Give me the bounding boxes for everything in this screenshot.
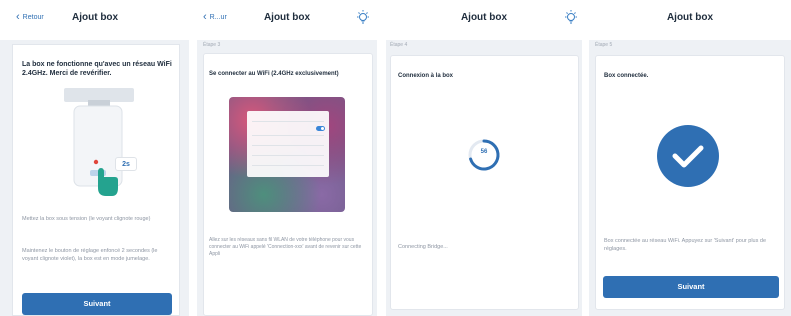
- progress-spinner: [468, 139, 500, 171]
- top-bar: ‹ Retour Ajout box: [0, 0, 189, 40]
- screen-box-power-on: ‹ Retour Ajout box La box ne fonctionne …: [0, 0, 189, 316]
- screen-connecting: Ajout box Étape 4 Connexion à la box 56 …: [386, 0, 582, 316]
- checkmark-icon: [672, 145, 704, 168]
- page-title: Ajout box: [72, 12, 119, 23]
- next-button[interactable]: Suivant: [603, 276, 779, 298]
- back-button[interactable]: ‹ Retour: [16, 11, 44, 23]
- step-label: Étape 4: [390, 42, 408, 48]
- connected-description: Box connectée au réseau WiFi. Appuyez su…: [604, 238, 766, 252]
- top-bar: Ajout box: [386, 0, 582, 40]
- wifi-instructions: Allez sur les réseaux sans fil WLAN de v…: [209, 237, 362, 257]
- card-title: Box connectée.: [604, 73, 649, 79]
- back-label: Retour: [22, 14, 44, 21]
- next-button[interactable]: Suivant: [22, 293, 172, 315]
- card-title: Se connecter au WiFi (2.4GHz exclusiveme…: [209, 71, 339, 77]
- page-title: Ajout box: [263, 12, 311, 23]
- connection-status: Connecting Bridge...: [398, 244, 448, 250]
- page-title: Ajout box: [666, 12, 714, 23]
- instruction-pairing: Maintenez le bouton de réglage enfoncé 2…: [22, 248, 158, 262]
- connection-card: [390, 55, 579, 310]
- success-badge: [657, 125, 719, 187]
- wifi-settings-screenshot: [229, 97, 345, 212]
- progress-value: 56: [480, 149, 488, 155]
- screen-connect-wifi: ‹ R...ur Ajout box Étape 3 Se connecter …: [197, 0, 377, 316]
- step-label: Étape 5: [595, 42, 613, 48]
- instruction-power: Mettez la box sous tension (le voyant cl…: [22, 216, 151, 222]
- bulb-icon[interactable]: [563, 9, 579, 27]
- bulb-icon[interactable]: [355, 9, 371, 27]
- page-title: Ajout box: [460, 12, 508, 23]
- chevron-left-icon: ‹: [16, 11, 20, 23]
- timer-badge: 2s: [115, 157, 137, 171]
- top-bar: ‹ R...ur Ajout box: [197, 0, 377, 40]
- step-label: Étape 3: [203, 42, 221, 48]
- wifi-toggle: [316, 126, 325, 131]
- top-bar: Ajout box: [589, 0, 791, 40]
- wifi-settings-panel: [247, 111, 329, 177]
- screen-box-connected: Ajout box Étape 5 Box connectée. Box con…: [589, 0, 791, 316]
- box-illustration: [64, 88, 134, 196]
- card-title: Connexion à la box: [398, 73, 454, 79]
- wifi-warning: La box ne fonctionne qu'avec un réseau W…: [22, 61, 172, 77]
